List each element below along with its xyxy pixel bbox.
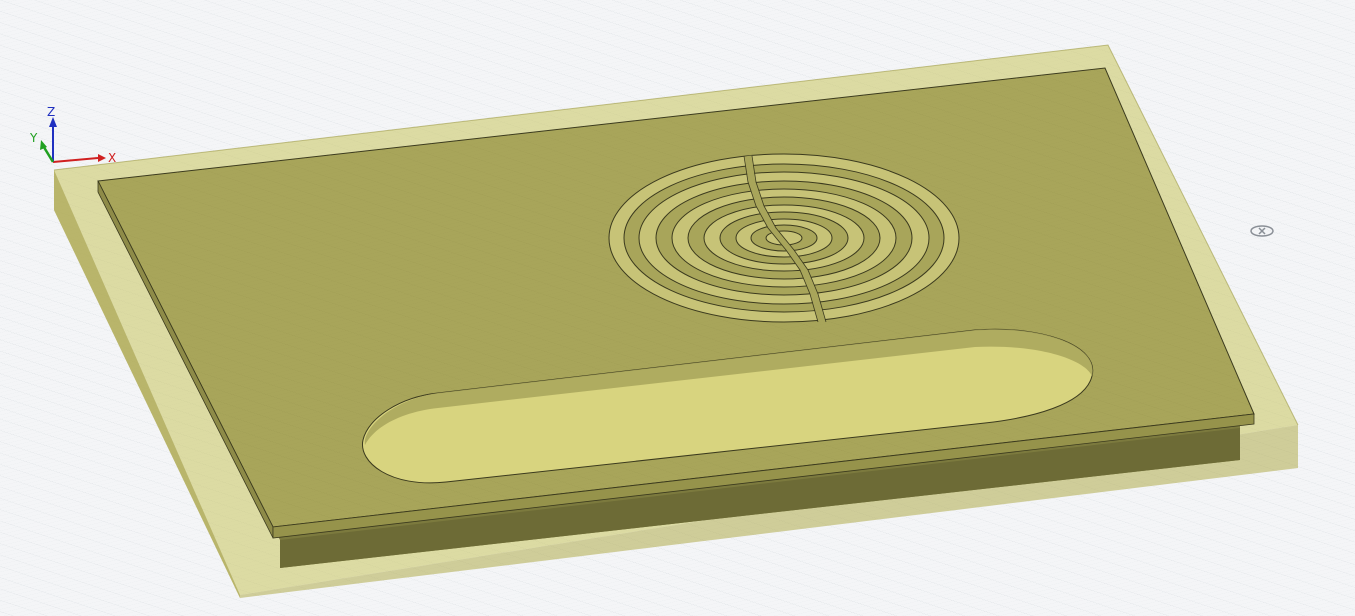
y-axis-label: Y	[29, 131, 38, 145]
3d-viewport[interactable]: X Y Z	[0, 0, 1355, 616]
z-axis-label: Z	[47, 105, 55, 119]
speaker-grille[interactable]	[608, 153, 960, 323]
x-axis-label: X	[108, 151, 116, 165]
